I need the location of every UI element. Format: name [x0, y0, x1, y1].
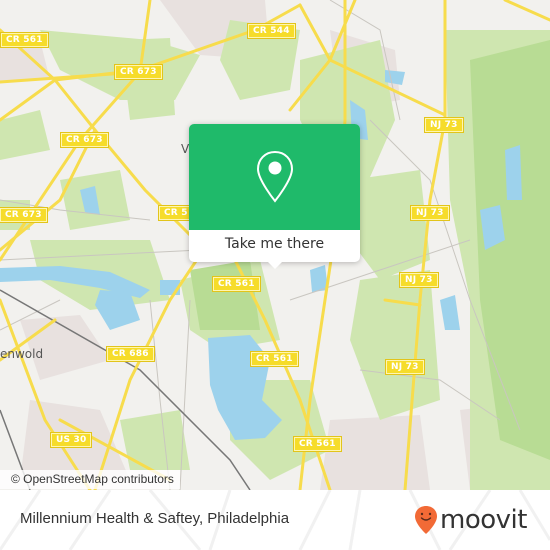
map-view[interactable]: CR 561 CR 544 CR 673 CR 673 CR 673 CR 5 …: [0, 0, 550, 490]
popup-header[interactable]: [189, 124, 360, 230]
popup-tail: [267, 261, 283, 269]
route-shield: CR 561: [250, 351, 299, 367]
route-shield: CR 544: [247, 23, 296, 39]
route-shield: NJ 73: [385, 359, 425, 375]
route-shield: CR 5: [158, 205, 194, 221]
route-shield: CR 673: [60, 132, 109, 148]
take-me-there-button[interactable]: Take me there: [189, 230, 360, 262]
place-label: V: [181, 142, 190, 156]
brand-name: moovit: [440, 505, 527, 535]
route-shield: CR 561: [212, 276, 261, 292]
route-shield: CR 673: [0, 207, 48, 223]
route-shield: CR 561: [0, 32, 49, 48]
route-shield: NJ 73: [410, 205, 450, 221]
route-shield: CR 673: [114, 64, 163, 80]
route-shield: CR 561: [293, 436, 342, 452]
footer-bar: Millennium Health & Saftey, Philadelphia…: [0, 490, 550, 550]
route-shield: CR 686: [106, 346, 155, 362]
route-shield: NJ 73: [424, 117, 464, 133]
route-shield: US 30: [49, 432, 93, 448]
route-shield: NJ 73: [399, 272, 439, 288]
place-label: enwold: [0, 347, 44, 361]
map-pin-icon: [256, 150, 293, 203]
location-popup: Take me there: [189, 124, 360, 269]
map-attribution[interactable]: © OpenStreetMap contributors: [0, 470, 180, 489]
moovit-logo[interactable]: moovit: [414, 502, 527, 538]
place-title: Millennium Health & Saftey, Philadelphia: [20, 510, 290, 527]
moovit-smiley-pin-icon: [415, 506, 437, 534]
